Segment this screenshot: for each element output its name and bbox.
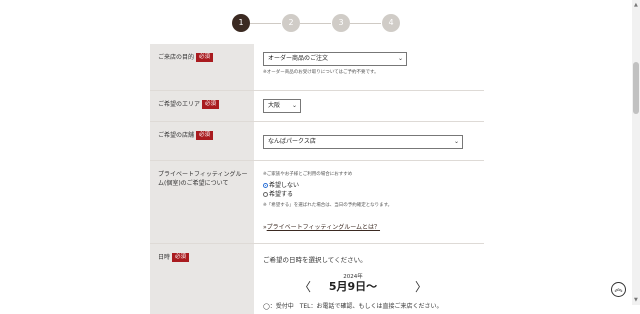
area-select[interactable]: 大阪 ⌄ bbox=[263, 99, 301, 113]
step-4: 4 bbox=[382, 14, 400, 32]
progress-stepper: 1 2 3 4 bbox=[0, 14, 640, 34]
visit-purpose-label: ご来店の目的 必須 bbox=[150, 44, 254, 90]
row-fitting-room: プライベートフィッティングルーム(個室)のご希望について ※ご家族やお子様とご利… bbox=[150, 160, 484, 243]
chevron-down-icon: ⌄ bbox=[453, 138, 459, 145]
radio-no-preference[interactable]: 希望しない bbox=[263, 181, 484, 190]
reservation-form: ご来店の目的 必須 オーダー商品のご注文 ⌄ ※オーダー商品のお受け取りについては… bbox=[150, 44, 484, 314]
visit-purpose-select[interactable]: オーダー商品のご注文 ⌄ bbox=[263, 52, 407, 66]
step-1: 1 bbox=[232, 14, 250, 32]
required-badge: 必須 bbox=[202, 100, 220, 109]
required-badge: 必須 bbox=[196, 131, 214, 140]
step-3: 3 bbox=[332, 14, 350, 32]
availability-legend: ◯：受付中 TEL：お電話で確認、もしくは直接ご来店ください。 bbox=[263, 303, 443, 310]
store-select[interactable]: なんばパークス店 ⌄ bbox=[263, 135, 463, 149]
row-area: ご希望のエリア 必須 大阪 ⌄ bbox=[150, 90, 484, 121]
row-date: 日時 必須 ご希望の日時を選択してください。 〈 2024年 5月9日〜 〉 ◯：… bbox=[150, 243, 484, 314]
fitting-room-confirm-note: ※「希望する」を選ばれた場合は、当日の予約確定となります。 bbox=[263, 203, 393, 208]
double-chevron-up-icon: ︽ bbox=[614, 284, 623, 293]
step-connector bbox=[350, 23, 381, 24]
scroll-down-arrow-icon[interactable]: ▼ bbox=[634, 297, 638, 303]
scrollbar-thumb[interactable] bbox=[633, 62, 639, 114]
step-connector bbox=[250, 23, 281, 24]
radio-checked[interactable] bbox=[263, 183, 268, 188]
visit-purpose-note: ※オーダー商品のお受け取りについてはご予約不要です。 bbox=[263, 70, 379, 75]
vertical-scrollbar[interactable]: ▲ ▼ bbox=[632, 0, 640, 305]
row-visit-purpose: ご来店の目的 必須 オーダー商品のご注文 ⌄ ※オーダー商品のお受け取りについては… bbox=[150, 44, 484, 90]
date-navigator: 〈 2024年 5月9日〜 〉 bbox=[263, 264, 443, 294]
radio-want-private-room[interactable]: 希望する bbox=[263, 190, 484, 199]
fitting-room-info-link[interactable]: »プライベートフィッティングルームとは？ bbox=[263, 214, 484, 233]
required-badge: 必須 bbox=[172, 253, 190, 262]
next-date-arrow-icon[interactable]: 〉 bbox=[415, 278, 427, 295]
fitting-room-label: プライベートフィッティングルーム(個室)のご希望について bbox=[150, 161, 254, 243]
store-label: ご希望の店舗 必須 bbox=[150, 122, 254, 160]
chevron-down-icon: ⌄ bbox=[291, 102, 297, 109]
date-label: 日時 必須 bbox=[150, 244, 254, 314]
required-badge: 必須 bbox=[196, 53, 214, 62]
row-store: ご希望の店舗 必須 なんばパークス店 ⌄ bbox=[150, 121, 484, 160]
area-label: ご希望のエリア 必須 bbox=[150, 91, 254, 121]
step-connector bbox=[300, 23, 331, 24]
radio-unchecked[interactable] bbox=[263, 192, 268, 197]
fitting-room-note: ※ご家族やお子様とご利用の場合におすすめ bbox=[263, 172, 353, 177]
back-to-top-button[interactable]: ︽ bbox=[611, 282, 626, 297]
date-instruction: ご希望の日時を選択してください。 bbox=[263, 256, 367, 264]
chevron-down-icon: ⌄ bbox=[397, 55, 403, 62]
step-2: 2 bbox=[282, 14, 300, 32]
scroll-up-arrow-icon[interactable]: ▲ bbox=[634, 2, 638, 8]
